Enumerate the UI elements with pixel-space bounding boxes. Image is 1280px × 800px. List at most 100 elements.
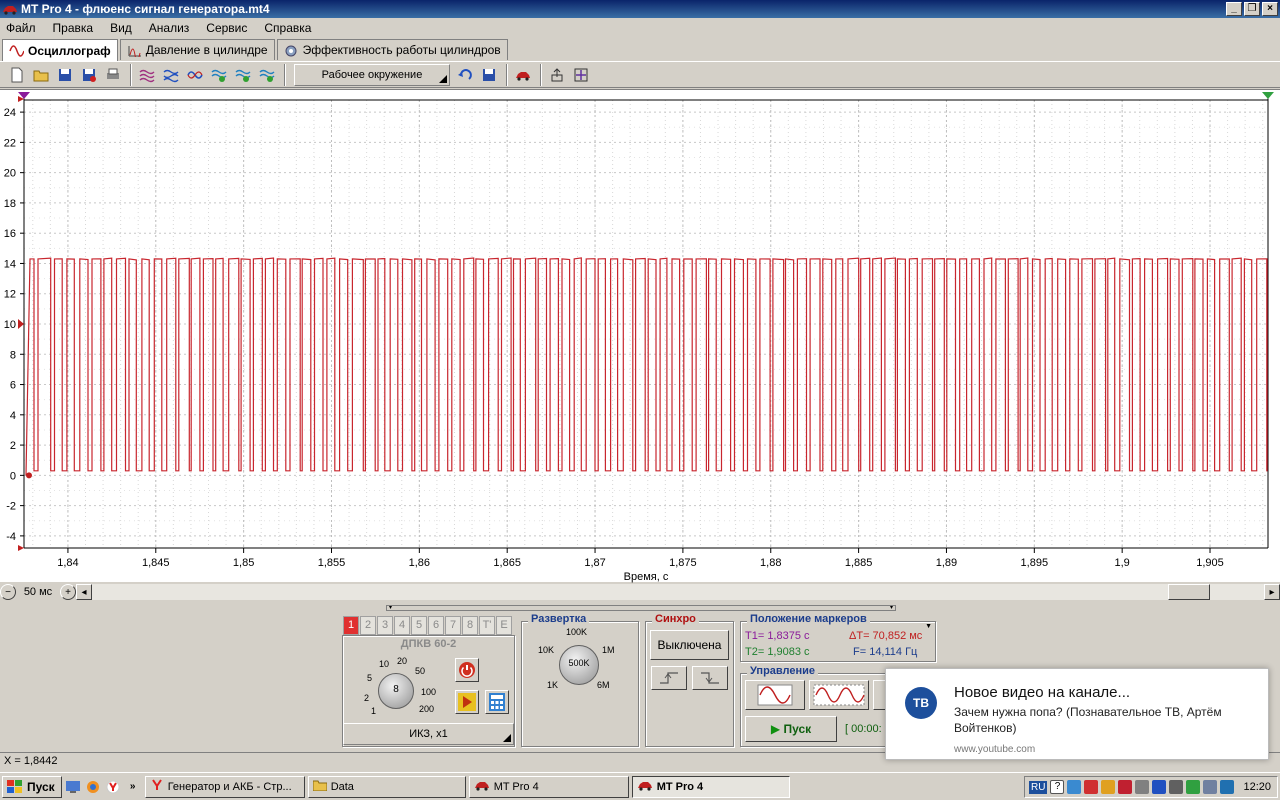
- tool-icon[interactable]: [1203, 780, 1218, 794]
- car-button[interactable]: [512, 64, 534, 86]
- save-button[interactable]: [54, 64, 76, 86]
- waves-5-button[interactable]: [232, 64, 254, 86]
- menu-item-3[interactable]: Анализ: [149, 21, 199, 35]
- channel-tab-3[interactable]: 4: [394, 616, 410, 635]
- knob-label-100: 100: [421, 687, 437, 697]
- menu-item-4[interactable]: Сервис: [206, 21, 256, 35]
- open-button[interactable]: [30, 64, 52, 86]
- bottom-level-marker: [18, 545, 24, 551]
- start-button-taskbar[interactable]: Пуск: [2, 775, 62, 798]
- channel-tab-1[interactable]: 2: [360, 616, 376, 635]
- x-tick-label: 1,85: [233, 557, 254, 569]
- new-file-icon: [11, 67, 23, 82]
- channel-tab-9[interactable]: E: [496, 616, 512, 635]
- start-button[interactable]: ▶ Пуск: [745, 716, 837, 742]
- scroll-right-button[interactable]: ▸: [1264, 584, 1280, 600]
- tab-2[interactable]: Эффективность работы цилиндров: [276, 39, 508, 60]
- notification-toast[interactable]: ТВ Новое видео на канале... Зачем нужна …: [885, 668, 1269, 760]
- antivirus-icon[interactable]: [1101, 780, 1116, 794]
- taskbar-task-0[interactable]: Генератор и АКБ - Стр...: [144, 775, 305, 798]
- close-button[interactable]: ×: [1262, 2, 1278, 16]
- sync-title: Синхро: [652, 613, 699, 625]
- channel-tab-2[interactable]: 3: [377, 616, 393, 635]
- shield-icon[interactable]: [1118, 780, 1133, 794]
- oscilloscope-plot[interactable]: 24 22 20 18 16 14 12 10 8 6 4 2 0 -2 -4 1,84 1,845 1,85 1,…: [0, 89, 1280, 583]
- language-indicator[interactable]: RU: [1029, 780, 1048, 794]
- sync-mode-button[interactable]: Выключена: [650, 630, 729, 660]
- undo-button[interactable]: [454, 64, 476, 86]
- calculator-button[interactable]: [485, 690, 509, 714]
- waves-6-button[interactable]: [256, 64, 278, 86]
- channel-tab-7[interactable]: 8: [462, 616, 478, 635]
- zoom-in-button[interactable]: +: [60, 584, 76, 600]
- window-titlebar[interactable]: MT Pro 4 - флюенс сигнал генератора.mt4 …: [0, 0, 1280, 18]
- toast-body: Зачем нужна попа? (Познавательное ТВ, Ар…: [954, 705, 1222, 735]
- sweep-value: 500K: [568, 658, 590, 668]
- browser-icon[interactable]: [84, 778, 102, 796]
- markers-menu-icon[interactable]: ▼: [925, 623, 932, 630]
- power-button[interactable]: [455, 658, 479, 682]
- help-icon[interactable]: ?: [1050, 780, 1065, 794]
- minimize-button[interactable]: _: [1226, 2, 1242, 16]
- tab-0[interactable]: Осциллограф: [2, 39, 118, 61]
- export-button[interactable]: [546, 64, 568, 86]
- single-shot-button[interactable]: [745, 680, 805, 710]
- menu-item-5[interactable]: Справка: [264, 21, 320, 35]
- menu-item-0[interactable]: Файл: [6, 21, 45, 35]
- mode-combo[interactable]: ИКЗ, х1: [343, 723, 514, 745]
- y-tick-label: 14: [4, 258, 16, 270]
- save-env-button[interactable]: [478, 64, 500, 86]
- volume-icon[interactable]: [1135, 780, 1150, 794]
- update-icon[interactable]: [1186, 780, 1201, 794]
- panel-splitter[interactable]: ▾ ▾: [386, 605, 896, 611]
- channel-tab-4[interactable]: 5: [411, 616, 427, 635]
- show-desktop-icon[interactable]: [64, 778, 82, 796]
- toast-title: Новое видео на канале...: [954, 684, 1131, 701]
- monitor-icon[interactable]: [1169, 780, 1184, 794]
- task-label: Data: [330, 780, 354, 793]
- scroll-left-button[interactable]: ◂: [76, 584, 92, 600]
- waves-4-icon: [211, 69, 227, 82]
- scroll-track[interactable]: [92, 584, 1264, 600]
- scroll-thumb[interactable]: [1168, 584, 1210, 600]
- channel-tab-8[interactable]: T': [479, 616, 495, 635]
- more-quicklaunch-icon[interactable]: »: [124, 778, 142, 796]
- bluetooth-icon[interactable]: [1152, 780, 1167, 794]
- x-tick-label: 1,86: [409, 557, 430, 569]
- channel-tab-5[interactable]: 6: [428, 616, 444, 635]
- waves-1-button[interactable]: [136, 64, 158, 86]
- security-icon[interactable]: [1084, 780, 1099, 794]
- taskbar-task-2[interactable]: MT Pro 4: [468, 775, 629, 798]
- yandex-icon[interactable]: [104, 778, 122, 796]
- environment-combo[interactable]: Рабочее окружение: [294, 63, 450, 86]
- rising-edge-icon: [660, 672, 678, 684]
- restore-button[interactable]: ❐: [1244, 2, 1260, 16]
- continuous-button[interactable]: [809, 680, 869, 710]
- save-as-button[interactable]: [78, 64, 100, 86]
- sync-rising-button[interactable]: [651, 666, 687, 690]
- channel-tab-0[interactable]: 1: [343, 616, 359, 635]
- control-title: Управление: [747, 665, 819, 677]
- sync-falling-button[interactable]: [692, 666, 728, 690]
- gain-knob-value: 8: [393, 684, 399, 695]
- print-button[interactable]: [102, 64, 124, 86]
- waves-5-icon: [235, 69, 251, 82]
- channel-tab-6[interactable]: 7: [445, 616, 461, 635]
- new-file-button[interactable]: [6, 64, 28, 86]
- taskbar-task-1[interactable]: Data: [307, 775, 466, 798]
- play-channel-button[interactable]: [455, 690, 479, 714]
- waves-2-button[interactable]: [160, 64, 182, 86]
- x-axis-label: Время, с: [624, 571, 669, 583]
- tab-1[interactable]: Давление в цилиндре: [119, 39, 275, 60]
- waves-3-button[interactable]: [184, 64, 206, 86]
- fit-icon: [574, 68, 588, 81]
- network-icon[interactable]: [1067, 780, 1082, 794]
- oscilloscope-chart[interactable]: 242220181614121086420-2-41,84 1,845 1,85 1,…: [0, 90, 1280, 583]
- taskbar-task-3[interactable]: MT Pro 4: [631, 775, 790, 798]
- menu-item-2[interactable]: Вид: [110, 21, 141, 35]
- zoom-out-button[interactable]: −: [0, 584, 16, 600]
- waves-4-button[interactable]: [208, 64, 230, 86]
- fit-button[interactable]: [570, 64, 592, 86]
- display-icon[interactable]: [1220, 780, 1235, 794]
- menu-item-1[interactable]: Правка: [53, 21, 103, 35]
